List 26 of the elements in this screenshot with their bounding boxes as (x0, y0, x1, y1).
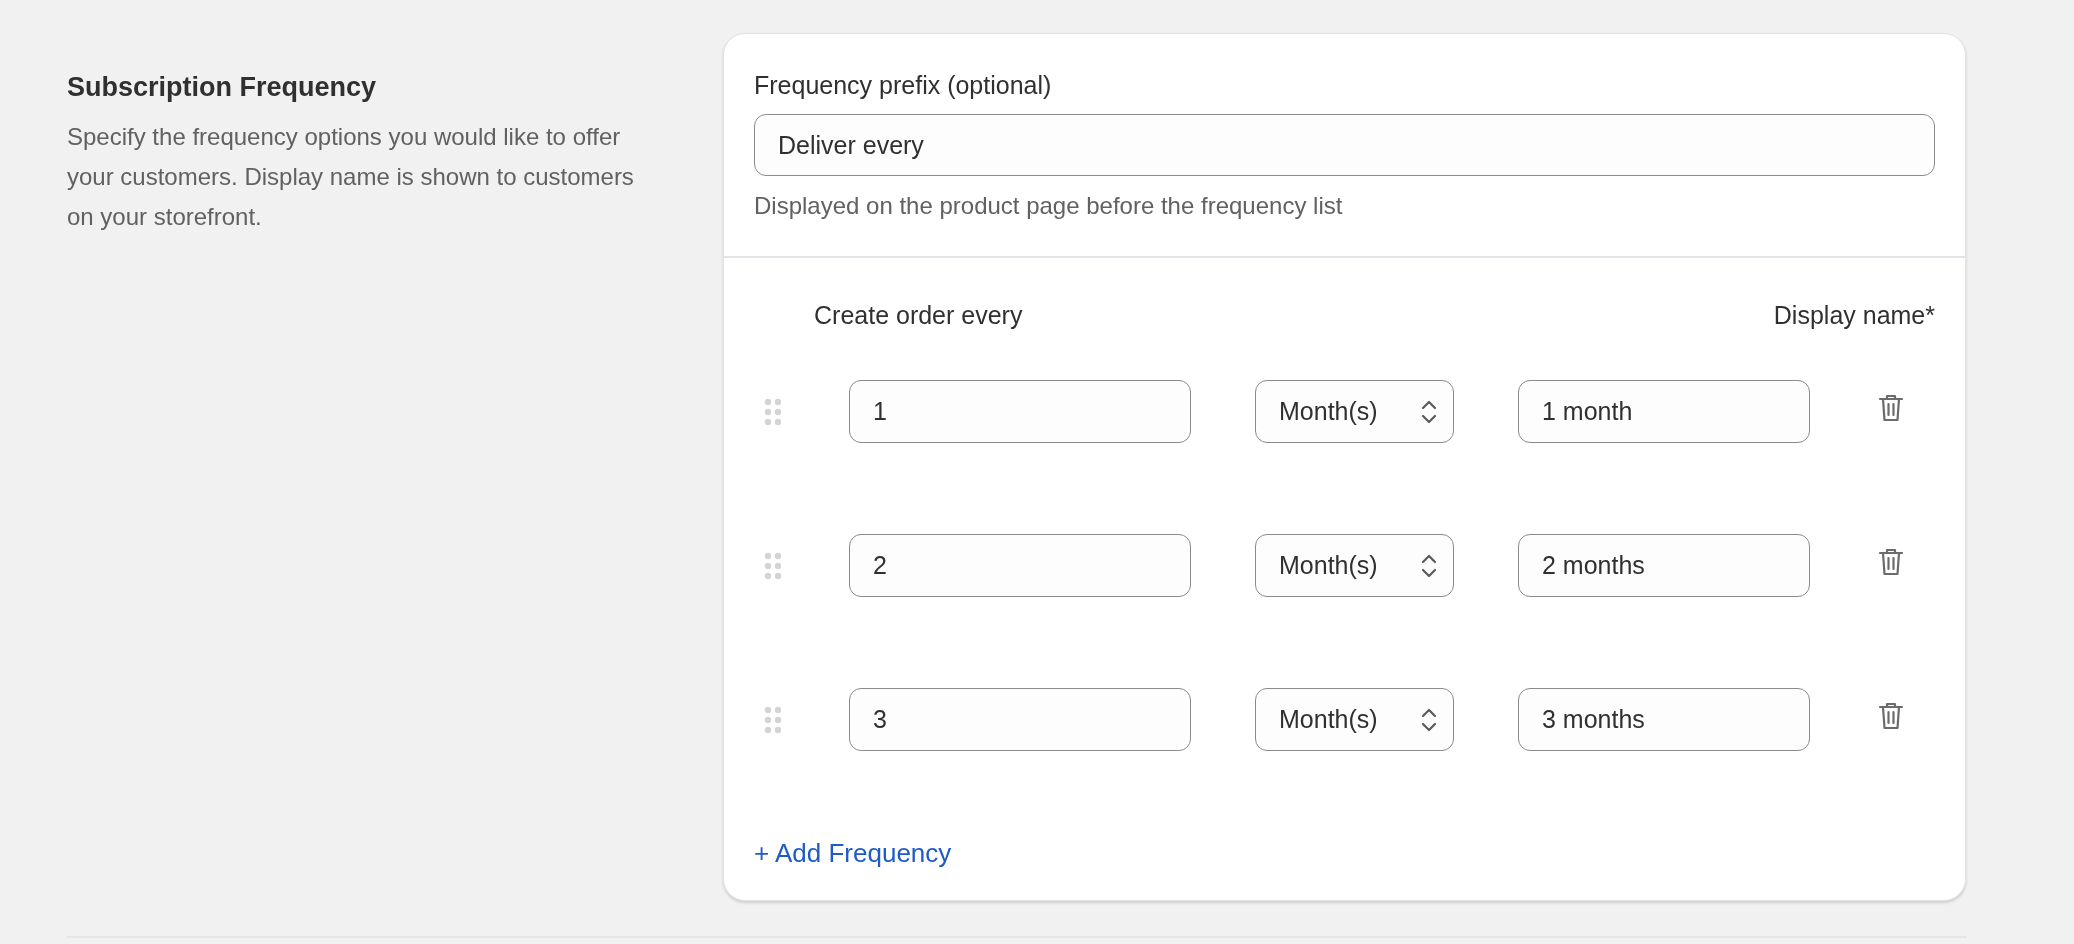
display-name-input-field[interactable]: 3 months (1518, 688, 1810, 751)
unit-select[interactable]: Month(s) (1255, 380, 1454, 443)
chevron-up-down-icon (1421, 552, 1437, 579)
help-text: Displayed on the product page before the frequency list (754, 191, 1344, 221)
unit-select[interactable]: Month(s) (1255, 534, 1454, 597)
display-name-input-field[interactable]: 2 months (1518, 534, 1810, 597)
drag-handle-icon[interactable] (764, 551, 782, 580)
field-label: Frequency prefix (optional) (754, 70, 1053, 101)
interval-input-field[interactable]: 2 (849, 534, 1191, 597)
drag-handle-icon[interactable] (764, 397, 782, 426)
interval-input-field[interactable]: 1 (849, 380, 1191, 443)
section-title: Subscription Frequency (67, 71, 378, 104)
delete-button[interactable] (1878, 392, 1904, 423)
add-frequency-link[interactable]: + Add Frequency (754, 836, 952, 870)
prefix-input-field[interactable]: Deliver every (754, 114, 1935, 176)
column-header: Display name* (1773, 300, 1935, 331)
interval-input-field[interactable]: 3 (849, 688, 1191, 751)
chevron-up-down-icon (1421, 706, 1437, 733)
unit-select[interactable]: Month(s) (1255, 688, 1454, 751)
drag-handle-icon[interactable] (764, 705, 782, 734)
delete-button[interactable] (1878, 546, 1904, 577)
display-name-input-field[interactable]: 1 month (1518, 380, 1810, 443)
delete-button[interactable] (1878, 700, 1904, 731)
section-description: Specify the frequency options you would like to offer your customers. Display name is shown to customers on your storefront. (67, 122, 635, 232)
chevron-up-down-icon (1421, 398, 1437, 425)
column-header: Create order every (814, 300, 1023, 331)
